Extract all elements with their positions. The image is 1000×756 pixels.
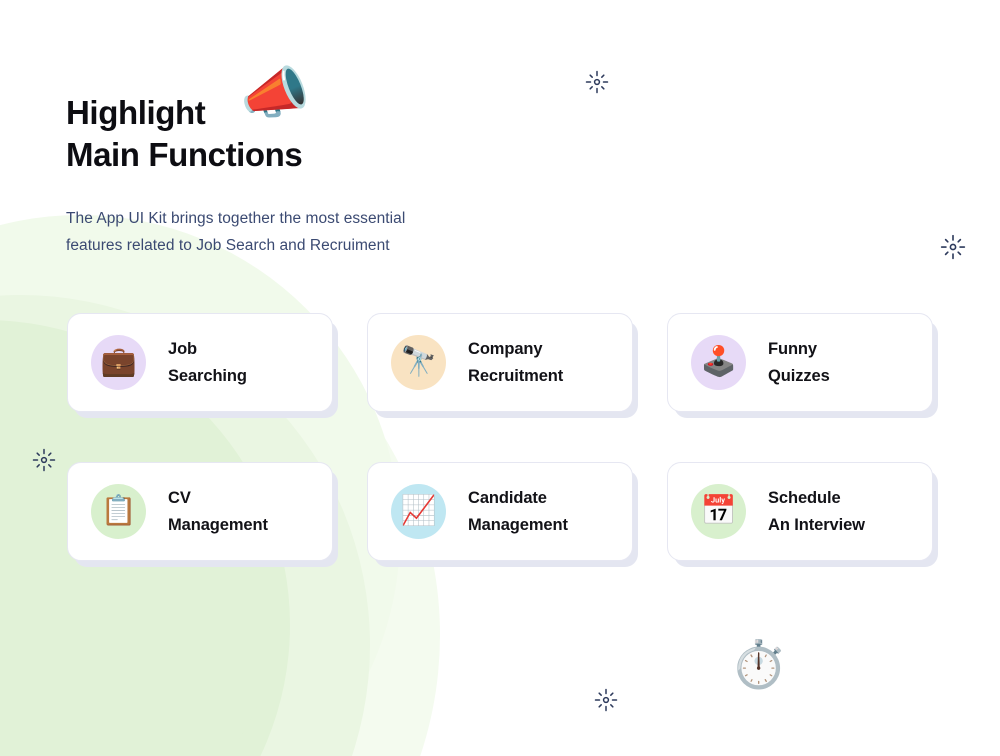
feature-card-funny-quizzes[interactable]: 🕹️ Funny Quizzes: [667, 313, 933, 412]
briefcase-icon: 💼: [91, 335, 146, 390]
feature-card-label: Job Searching: [168, 340, 247, 385]
sparkle-bottom-center-icon: [594, 688, 618, 712]
calendar-icon: 📅: [691, 484, 746, 539]
feature-card-job-searching[interactable]: 💼 Job Searching: [67, 313, 333, 412]
page-subtitle: The App UI Kit brings together the most …: [66, 210, 406, 254]
feature-card-label: Schedule An Interview: [768, 489, 865, 534]
binoculars-icon: 🔭: [391, 335, 446, 390]
feature-card-label: CV Management: [168, 489, 268, 534]
chart-increasing-icon: 📈: [391, 484, 446, 539]
sparkle-right-icon: [940, 234, 966, 260]
feature-card-cv-management[interactable]: 📋 CV Management: [67, 462, 333, 561]
stopwatch-icon: ⏱️: [730, 638, 788, 690]
sparkle-top-center-icon: [585, 70, 609, 94]
feature-card-grid: 💼 Job Searching 🔭 Company Recruitment 🕹️…: [67, 313, 933, 561]
feature-card-label: Candidate Management: [468, 489, 568, 534]
feature-card-candidate-management[interactable]: 📈 Candidate Management: [367, 462, 633, 561]
feature-card-label: Funny Quizzes: [768, 340, 830, 385]
feature-card-company-recruitment[interactable]: 🔭 Company Recruitment: [367, 313, 633, 412]
feature-card-label: Company Recruitment: [468, 340, 564, 385]
megaphone-icon: 📣: [240, 61, 310, 124]
clipboard-icon: 📋: [91, 484, 146, 539]
feature-card-schedule-interview[interactable]: 📅 Schedule An Interview: [667, 462, 933, 561]
sparkle-left-icon: [32, 448, 56, 472]
joystick-icon: 🕹️: [691, 335, 746, 390]
